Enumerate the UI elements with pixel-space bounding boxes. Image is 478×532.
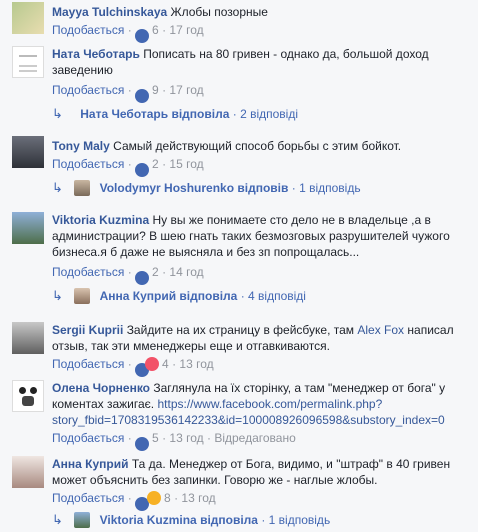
like-button[interactable]: Подобається: [52, 265, 124, 279]
like-button[interactable]: Подобається: [52, 431, 124, 445]
avatar[interactable]: [12, 136, 44, 168]
love-reaction-icon[interactable]: [145, 357, 160, 371]
reply-arrow-icon: ↳: [52, 180, 63, 195]
avatar[interactable]: [12, 2, 44, 34]
comment-text: Заглянула на їх сторінку, а там "менедже…: [153, 381, 446, 395]
comment-author[interactable]: Viktoria Kuzmina: [52, 213, 149, 227]
avatar[interactable]: [12, 322, 44, 354]
replies-link[interactable]: ↳ Viktoria Kuzmina відповіла · 1 відпові…: [52, 512, 330, 528]
reaction-count[interactable]: 8: [164, 491, 171, 505]
reaction-count[interactable]: 2: [152, 157, 159, 171]
replies-link[interactable]: ↳ Volodymyr Hoshurenko відповів · 1 відп…: [52, 180, 361, 196]
permalink-link[interactable]: https://www.facebook.com/permalink.php?: [157, 397, 382, 411]
reply-avatar: [74, 512, 91, 528]
like-reaction-icon[interactable]: [135, 271, 150, 285]
reply-summary[interactable]: Ната Чеботарь відповіла: [80, 107, 229, 121]
replies-link[interactable]: ↳ Анна Куприй відповіла · 4 відповіді: [52, 288, 306, 304]
comment-text: Жлобы позорные: [170, 5, 268, 19]
reply-summary[interactable]: Viktoria Kuzmina відповіла: [100, 513, 258, 527]
reaction-count[interactable]: 5: [152, 431, 159, 445]
reply-avatar: [74, 180, 91, 196]
wow-reaction-icon[interactable]: [147, 491, 162, 505]
like-button[interactable]: Подобається: [52, 491, 124, 505]
like-reaction-icon[interactable]: [135, 437, 150, 451]
comment-author[interactable]: Tony Maly: [52, 139, 110, 153]
avatar[interactable]: [12, 212, 44, 244]
replies-link[interactable]: ↳ Ната Чеботарь відповіла · 2 відповіді: [52, 106, 298, 122]
comment-text: Пописать на 80 гривен - однако да, больш…: [143, 47, 429, 61]
like-button[interactable]: Подобається: [52, 23, 124, 37]
like-button[interactable]: Подобається: [52, 157, 124, 171]
reply-summary[interactable]: Volodymyr Hoshurenko відповів: [100, 181, 289, 195]
comment-author[interactable]: Sergii Kuprii: [52, 323, 123, 337]
reply-summary[interactable]: Анна Куприй відповіла: [100, 289, 238, 303]
reaction-count[interactable]: 2: [152, 265, 159, 279]
reaction-count[interactable]: 4: [162, 357, 169, 371]
comment-author[interactable]: Mayya Tulchinskaya: [52, 5, 167, 19]
comment-text-cont: заведению: [52, 63, 113, 77]
comment-text: Зайдите на их страницу в фейсбуке, там: [126, 323, 355, 337]
comment-time[interactable]: 13 год: [181, 491, 215, 505]
reply-count[interactable]: 1 відповідь: [299, 181, 361, 195]
comment-author[interactable]: Анна Куприй: [52, 457, 129, 471]
comment-text: Ну вы же понимаете сто дело не в владель…: [152, 213, 431, 227]
comment-author[interactable]: Олена Чорненко: [52, 381, 150, 395]
comment-time[interactable]: 17 год: [169, 23, 203, 37]
permalink-link-cont[interactable]: story_fbid=1708319536142233&id=100008926…: [52, 413, 445, 427]
comment-time[interactable]: 14 год: [169, 265, 203, 279]
comment-text: Та да. Менеджер от Бога, видимо, и "штра…: [131, 457, 451, 471]
like-button[interactable]: Подобається: [52, 357, 124, 371]
avatar[interactable]: [12, 46, 44, 78]
reply-arrow-icon: ↳: [52, 512, 63, 527]
edited-label[interactable]: Відредаговано: [214, 431, 295, 445]
comment-time[interactable]: 13 год: [169, 431, 203, 445]
like-reaction-icon[interactable]: [135, 89, 150, 103]
like-reaction-icon[interactable]: [135, 29, 150, 43]
reply-count[interactable]: 4 відповіді: [248, 289, 306, 303]
reaction-count[interactable]: 6: [152, 23, 159, 37]
like-reaction-icon[interactable]: [135, 163, 150, 177]
reply-count[interactable]: 2 відповіді: [240, 107, 298, 121]
comment-author[interactable]: Ната Чеботарь: [52, 47, 140, 61]
reply-avatar: [74, 288, 91, 304]
mention-link[interactable]: Alex Fox: [357, 323, 404, 337]
comment-time[interactable]: 13 год: [179, 357, 213, 371]
comment-text: Самый действующий способ борьбы с этим б…: [113, 139, 402, 153]
reply-arrow-icon: ↳: [52, 288, 63, 303]
like-button[interactable]: Подобається: [52, 83, 124, 97]
avatar[interactable]: [12, 456, 44, 488]
avatar[interactable]: [12, 380, 44, 412]
comment-time[interactable]: 17 год: [169, 83, 203, 97]
comment-time[interactable]: 15 год: [169, 157, 203, 171]
reply-count[interactable]: 1 відповідь: [269, 513, 331, 527]
reply-arrow-icon: ↳: [52, 106, 63, 121]
reaction-count[interactable]: 9: [152, 83, 159, 97]
